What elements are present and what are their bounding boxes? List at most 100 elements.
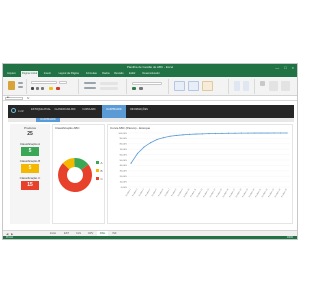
nav-estoque-button[interactable]: ESTOQUE ATUAL [30, 105, 52, 118]
legend-label: C [101, 177, 104, 181]
find-select-icon[interactable] [281, 81, 290, 91]
class-a-value: 5 [21, 147, 39, 156]
font-group [29, 79, 79, 94]
data-point [253, 132, 256, 134]
legend-swatch [96, 161, 99, 164]
paste-icon[interactable] [8, 81, 15, 90]
donut-slice-c [57, 163, 92, 192]
cell-styles-icon[interactable] [202, 81, 213, 91]
y-tick-label: 70,00% [120, 149, 127, 151]
data-point [260, 132, 262, 134]
y-tick-label: 90,00% [120, 138, 127, 140]
window-title: Planilha de Gestão de ABC - Excel [126, 65, 174, 69]
class-b-label: Classificação B [19, 159, 41, 163]
legend-label: B [101, 169, 103, 173]
x-tick-label: Produto 25 [280, 187, 288, 198]
nav-curva-button[interactable]: CURVA ABC [78, 105, 100, 118]
y-tick-label: 60,00% [120, 154, 127, 156]
nav-info-button[interactable]: INFORMAÇÕES [128, 105, 150, 118]
format-table-icon[interactable] [188, 81, 199, 91]
nav-classificar-button[interactable]: CLASSIFICAR ABC [54, 105, 76, 118]
copy-icon[interactable] [18, 86, 23, 88]
data-point [214, 132, 217, 135]
conditional-format-icon[interactable] [174, 81, 185, 91]
legend-swatch [96, 169, 99, 172]
data-point [188, 133, 191, 136]
data-point [156, 138, 158, 141]
y-tick-label: 100,00% [118, 133, 127, 135]
x-tick-label: Produto 9 [177, 187, 184, 197]
class-a-label: Classificação A [19, 142, 41, 146]
font-color-icon[interactable] [56, 87, 60, 90]
data-point [162, 136, 165, 139]
y-tick-label: 10,00% [120, 181, 127, 183]
class-b-value: 5 [21, 164, 39, 173]
data-point [130, 162, 132, 164]
excel-window: Planilha de Gestão de ABC - Excel — □ × … [2, 63, 298, 240]
fill-color-icon[interactable] [49, 87, 53, 90]
insert-cells-icon[interactable] [234, 81, 240, 91]
align-icon[interactable] [84, 82, 96, 84]
font-name-select[interactable] [31, 81, 57, 84]
zoom-level[interactable]: 100% [287, 236, 293, 239]
nav-dashboard-button[interactable]: DASHBOARD [102, 105, 126, 118]
delete-cells-icon[interactable] [243, 81, 249, 91]
cut-icon[interactable] [18, 82, 23, 84]
cells-group [231, 79, 255, 94]
class-c-label: Classificação C [19, 176, 41, 180]
autosum-icon[interactable] [260, 81, 265, 86]
wrap-text-button[interactable] [100, 82, 118, 85]
minimize-button[interactable]: — [275, 64, 279, 71]
y-tick-label: 50,00% [120, 160, 127, 162]
data-point [149, 142, 152, 144]
donut-panel: Classificação ABC ABC [52, 124, 105, 224]
maximize-button[interactable]: □ [284, 64, 286, 71]
legend-label: A [101, 161, 103, 165]
title-bar: Planilha de Gestão de ABC - Excel — □ × [3, 64, 297, 71]
x-tick-label: Produto 6 [157, 187, 164, 197]
merge-center-button[interactable] [100, 87, 118, 90]
donut-chart: ABC [57, 158, 104, 192]
data-point [266, 132, 269, 134]
currency-icon[interactable] [132, 87, 136, 90]
italic-icon[interactable] [36, 87, 39, 90]
fx-icon[interactable]: fx [27, 96, 29, 101]
y-tick-label: 0,00% [121, 187, 127, 189]
data-point [286, 132, 288, 134]
bold-icon[interactable] [31, 87, 34, 90]
data-point [169, 135, 171, 137]
data-point [279, 132, 282, 134]
class-c-value: 15 [21, 181, 39, 190]
y-tick-label: 30,00% [120, 171, 127, 173]
alignment-group [81, 79, 127, 94]
x-tick-label: Produto 2 [131, 187, 138, 197]
name-box[interactable]: A1 [5, 97, 23, 100]
number-format-select[interactable] [132, 82, 162, 85]
data-point [221, 132, 223, 134]
clipboard-group [5, 79, 27, 94]
x-tick-label: Produto 7 [164, 187, 171, 197]
formula-bar: A1 fx [3, 96, 297, 101]
produtos-value: 25 [27, 131, 33, 137]
data-point [175, 134, 178, 137]
data-point [208, 133, 210, 135]
close-button[interactable]: × [292, 64, 294, 71]
x-tick-label: Produto 4 [144, 187, 151, 197]
dashboard-nav: LUZ ESTOQUE ATUAL CLASSIFICAR ABC CURVA … [8, 105, 294, 118]
data-point [234, 132, 236, 134]
status-bar: Pronto 100% [3, 236, 297, 239]
ribbon [3, 77, 297, 96]
percent-icon[interactable] [139, 87, 143, 90]
legend-swatch [96, 177, 99, 180]
pareto-chart: 0,00% 10,00% 20,00% 30,00% 40,00% 50,00% 60,00… [118, 132, 290, 198]
align-bottom-icon[interactable] [84, 87, 96, 89]
logo-text: LUZ [18, 109, 24, 113]
font-size-select[interactable] [59, 81, 67, 84]
subtab-dashboard[interactable]: DASHBOARD [36, 118, 60, 122]
data-point [273, 132, 275, 134]
editing-group [257, 79, 295, 94]
logo-icon [11, 108, 16, 113]
data-point [240, 132, 243, 134]
sort-filter-icon[interactable] [269, 81, 278, 91]
underline-icon[interactable] [41, 87, 44, 90]
